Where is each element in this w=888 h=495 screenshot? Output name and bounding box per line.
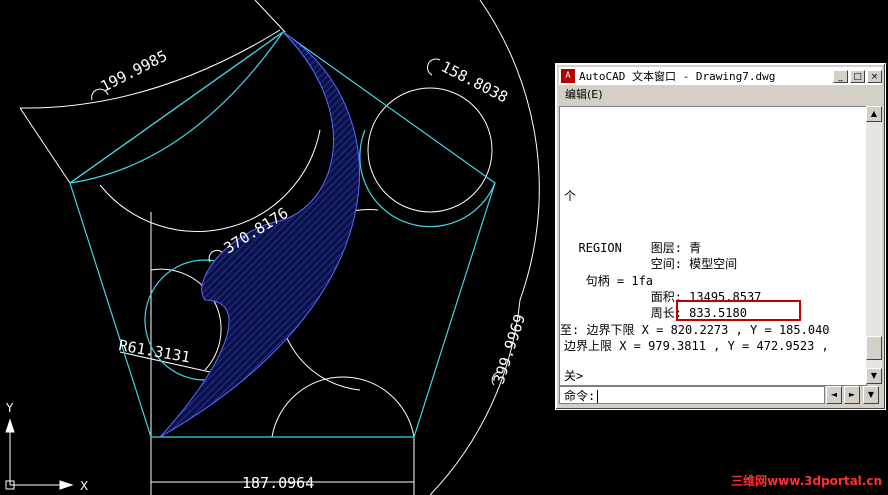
chord-1 (69, 31, 284, 184)
text-window-titlebar[interactable]: A AutoCAD 文本窗口 - Drawing7.dwg _ □ × (559, 67, 882, 85)
axis-y-label: Y (5, 401, 14, 415)
command-prompt-label: 命令: (564, 389, 596, 403)
dimension-187: 187.0964 (242, 474, 314, 492)
autocad-text-window[interactable]: A AutoCAD 文本窗口 - Drawing7.dwg _ □ × 编辑(E… (555, 63, 886, 410)
scroll-end-arrow-icon[interactable]: ▼ (863, 386, 879, 404)
dimension-199: 199.9985 (98, 47, 171, 96)
command-input[interactable]: 命令: (559, 386, 825, 404)
dimension-radius: R61.3131 (117, 336, 191, 366)
maximize-button[interactable]: □ (850, 69, 865, 83)
text-output-area[interactable]: 个 REGION 图层: 青 空间: 模型空间 句柄 = 1fa 面积: 134… (559, 106, 867, 386)
scroll-left-arrow-icon[interactable]: ◄ (826, 386, 842, 404)
output-line: 个 (564, 189, 577, 203)
perimeter-highlight-box (676, 300, 801, 321)
close-button[interactable]: × (867, 69, 882, 83)
arc-bottom (271, 376, 415, 438)
output-line: 至: 边界下限 X = 820.2273 , Y = 185.040 (560, 323, 830, 337)
dimension-158: 158.8038 (438, 58, 511, 107)
scroll-down-arrow-icon[interactable]: ▼ (866, 368, 882, 384)
scroll-up-arrow-icon[interactable]: ▲ (866, 106, 882, 122)
output-line: 空间: 模型空间 (564, 257, 738, 271)
output-line: 句柄 = 1fa (564, 274, 654, 288)
output-line: 关> (564, 369, 584, 383)
text-window-menubar: 编辑(E) (559, 86, 882, 104)
output-line: 边界上限 X = 979.3811 , Y = 472.9523 , (564, 339, 829, 353)
ext-line-1 (19, 107, 71, 184)
ucs-icon (5, 418, 74, 490)
minimize-button[interactable]: _ (833, 69, 848, 83)
watermark: 三维网www.3dportal.cn (731, 474, 882, 488)
autocad-app-icon: A (561, 69, 575, 83)
circle-right (367, 87, 493, 213)
menu-edit[interactable]: 编辑(E) (565, 88, 603, 101)
axis-x-label: X (80, 479, 88, 493)
text-caret (597, 390, 599, 403)
ext-line-2 (254, 0, 286, 33)
dimension-399: 399.9969 (490, 312, 529, 386)
vertical-scrollbar[interactable]: ▲ ▼ (866, 106, 882, 384)
text-window-title: AutoCAD 文本窗口 - Drawing7.dwg (579, 70, 776, 83)
scroll-thumb[interactable] (866, 336, 882, 360)
scroll-right-arrow-icon[interactable]: ► (844, 386, 860, 404)
output-line: REGION 图层: 青 (564, 241, 702, 255)
